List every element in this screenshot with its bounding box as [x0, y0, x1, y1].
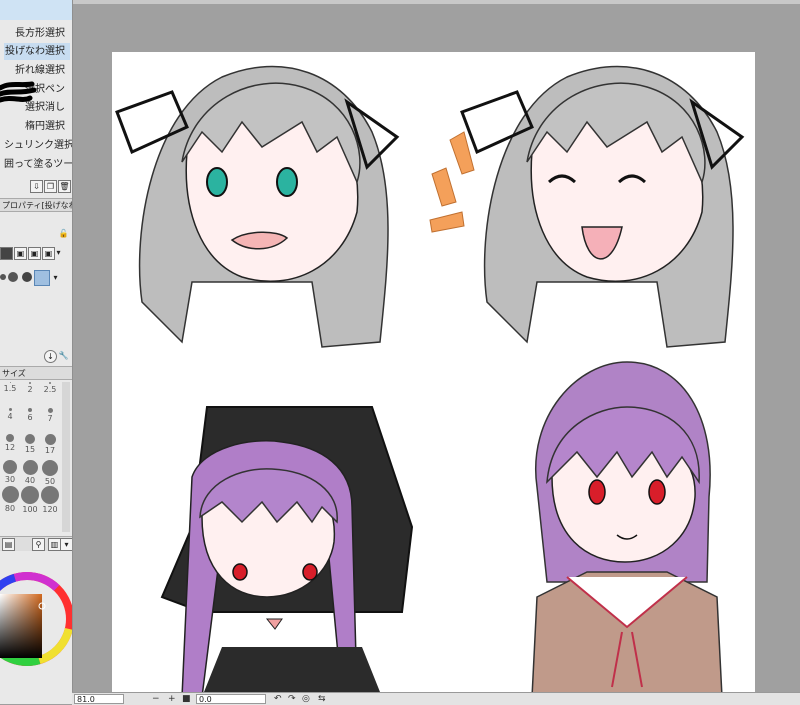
aa-weak-icon[interactable] [8, 272, 18, 282]
lock-icon[interactable]: 🔓 [58, 228, 69, 239]
character-nun [160, 406, 414, 692]
excitement-marks [429, 131, 475, 233]
rotation-field[interactable]: 0.0 [196, 694, 266, 704]
color-wheel[interactable] [0, 564, 72, 674]
canvas-topbar [72, 0, 800, 4]
brush-size-cell[interactable]: 30 [0, 458, 20, 484]
brush-size-cell[interactable]: 100 [20, 484, 40, 514]
tool-sub-actions: ⇩ ❐ 🗑 [0, 178, 72, 194]
left-panel: 長方形選択 投げなわ選択 折れ線選択 選択ペン 選択消し 楕円選択 シュリンク選… [0, 0, 73, 704]
brush-size-cell[interactable]: 1.5 [0, 380, 20, 406]
tool-shrink-select[interactable]: シュリンク選択 [4, 137, 72, 154]
tool-lasso-select[interactable]: 投げなわ選択 [4, 43, 70, 60]
chevron-down-icon[interactable]: ▾ [60, 538, 72, 551]
brush-size-cell[interactable]: 120 [40, 484, 60, 514]
trash-icon[interactable]: 🗑 [58, 180, 71, 193]
brush-size-scrollbar[interactable] [62, 382, 70, 532]
tool-enclose-fill[interactable]: 囲って塗るツール [4, 156, 72, 173]
tab-tool-property[interactable]: プロパティ[投げなわ選択] [0, 198, 72, 212]
mode-add-icon[interactable]: ▣ [14, 247, 27, 260]
aa-strong-icon[interactable] [34, 270, 50, 286]
brush-size-cell[interactable]: 12 [0, 432, 20, 458]
brush-size-cell[interactable]: 2 [20, 380, 40, 406]
brush-size-cell[interactable]: 2.5 [40, 380, 60, 406]
copy-icon[interactable]: ❐ [44, 180, 57, 193]
download-icon[interactable]: ⇩ [30, 180, 43, 193]
zoom-out-icon[interactable]: − [152, 693, 160, 705]
tool-polyline-select[interactable]: 折れ線選択 [4, 62, 70, 79]
wrench-icon[interactable]: 🔧 [58, 350, 69, 361]
status-bar: 81.0 − + ■ 0.0 ↶ ↷ ◎ ⇆ [72, 692, 800, 705]
color-panel-toolbar: ▤ ⚲ ▥ ▾ [0, 536, 72, 551]
mode-subtract-icon[interactable]: ▣ [28, 247, 41, 260]
rotate-left-icon[interactable]: ↶ [274, 693, 282, 705]
artwork [115, 65, 745, 692]
brush-size-grid: 1.5 2 2.5 4 6 7 12 15 17 30 40 50 80 100… [0, 380, 62, 530]
stop-icon[interactable]: ■ [182, 693, 191, 705]
brush-size-cell[interactable]: 40 [20, 458, 40, 485]
reset-rotation-icon[interactable]: ◎ [302, 693, 310, 705]
brush-size-cell[interactable]: 7 [40, 406, 60, 432]
character-gray-hair-happy [460, 65, 745, 348]
tool-ellipse-select[interactable]: 楕円選択 [4, 118, 70, 135]
rotate-right-icon[interactable]: ↷ [288, 693, 296, 705]
selection-mode-buttons: ▣ ▣ ▣ ▾ [0, 244, 62, 262]
tab-brush-size[interactable]: サイズ [0, 366, 72, 380]
aa-none-icon[interactable] [0, 274, 6, 280]
settings-icon[interactable]: ↓ [44, 350, 57, 363]
tool-panel-header [0, 0, 72, 20]
chevron-down-icon[interactable]: ▾ [53, 247, 64, 258]
tool-rect-select[interactable]: 長方形選択 [4, 25, 70, 42]
mode-new-icon[interactable] [0, 247, 13, 260]
brush-size-cell[interactable]: 50 [40, 458, 60, 486]
zoom-field[interactable]: 81.0 [74, 694, 124, 704]
color-tab-icon[interactable]: ▤ [2, 538, 15, 551]
aa-medium-icon[interactable] [22, 272, 32, 282]
brush-size-cell[interactable]: 4 [0, 406, 20, 432]
redaction-scribble [0, 81, 37, 103]
zoom-in-icon[interactable]: + [168, 693, 176, 705]
character-gray-hair-neutral [115, 65, 400, 348]
antialias-options: ▾ [0, 270, 62, 288]
color-set-icon[interactable]: ⚲ [32, 538, 45, 551]
chevron-down-icon[interactable]: ▾ [50, 272, 61, 283]
brush-size-cell[interactable]: 15 [20, 432, 40, 458]
brush-size-cell[interactable]: 6 [20, 406, 40, 432]
brush-size-cell[interactable]: 17 [40, 432, 60, 458]
flip-icon[interactable]: ⇆ [318, 693, 326, 705]
brush-size-cell[interactable]: 80 [0, 484, 20, 513]
character-purple-hair [531, 361, 723, 692]
